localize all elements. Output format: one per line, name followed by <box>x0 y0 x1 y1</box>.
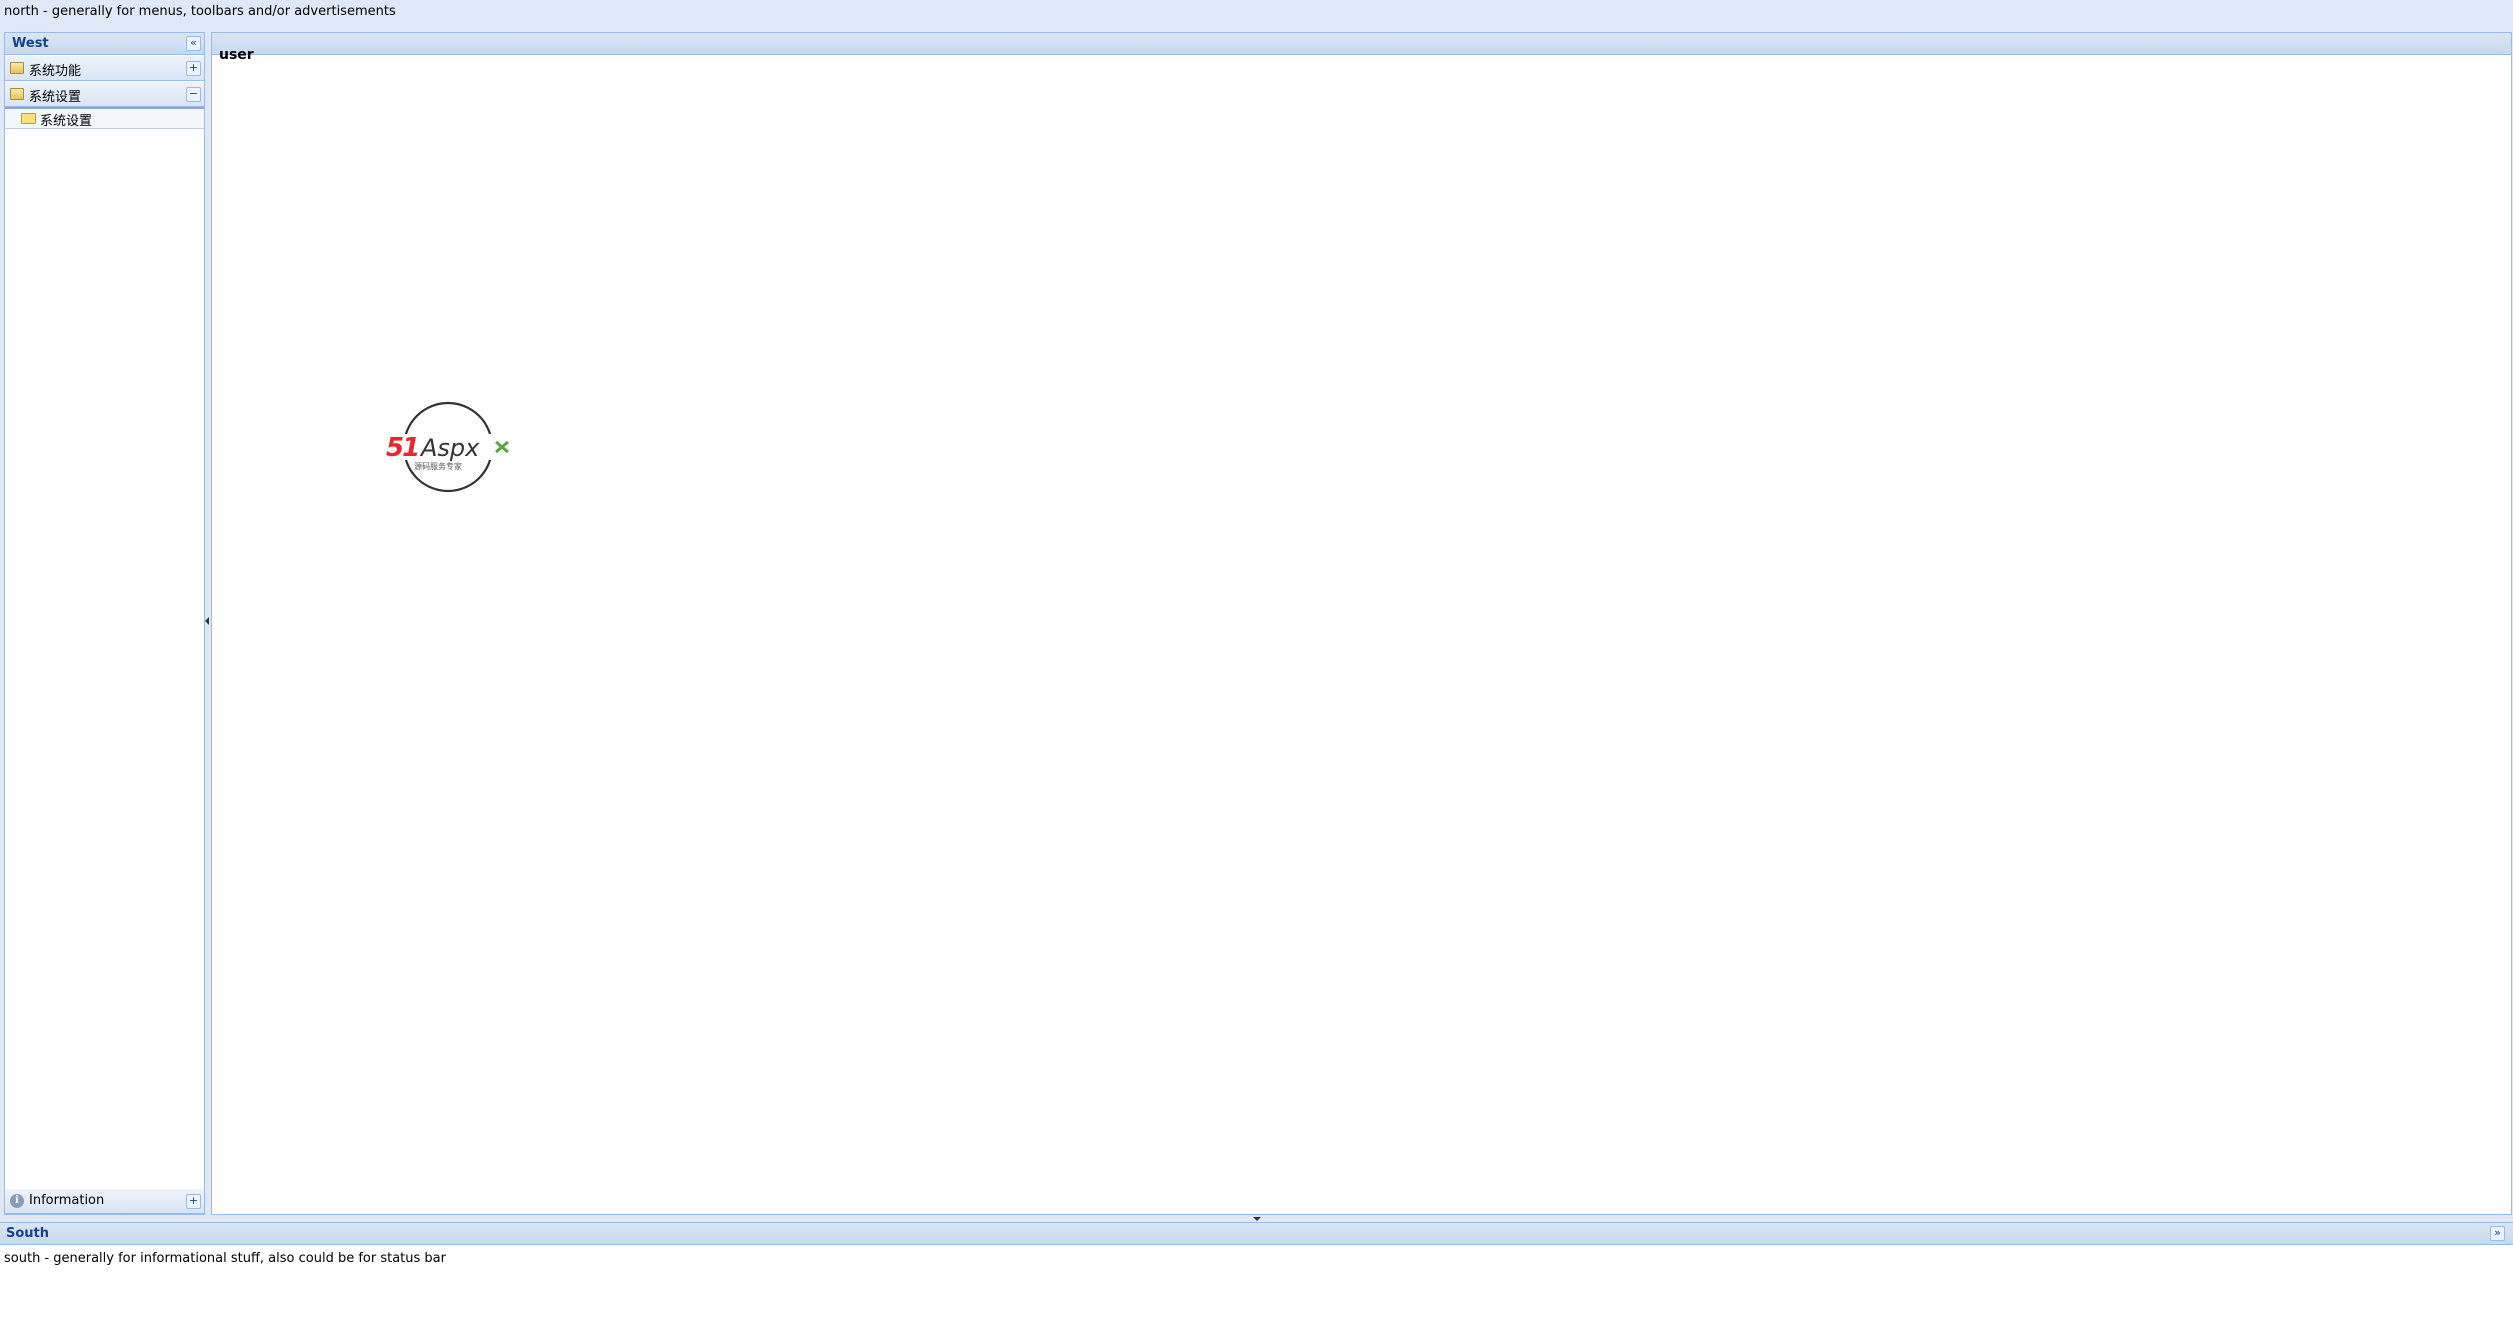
double-chevron-down-icon[interactable]: » <box>2490 1226 2505 1241</box>
center-panel-header <box>212 33 2511 55</box>
folder-icon <box>21 113 36 124</box>
expand-plus-icon[interactable]: + <box>186 61 201 76</box>
west-panel: West « 系统功能 + 系统设置 − 系统设置 i Information … <box>4 32 205 1215</box>
collapse-minus-icon[interactable]: − <box>186 87 201 102</box>
tree-item-system-settings[interactable]: 系统设置 <box>5 107 204 129</box>
info-icon: i <box>10 1194 24 1208</box>
center-panel-title: user <box>219 47 254 63</box>
accordion-label: Information <box>29 1193 105 1208</box>
51aspx-logo: 51 Aspx 源码服务专家 <box>384 401 514 493</box>
accordion-header-system-functions[interactable]: 系统功能 + <box>5 56 204 81</box>
north-text: north - generally for menus, toolbars an… <box>4 4 396 19</box>
south-text: south - generally for informational stuf… <box>4 1251 446 1266</box>
logo-brand-red: 51 <box>386 433 418 463</box>
south-splitter-collapse-icon[interactable] <box>1253 1217 1261 1221</box>
accordion-label: 系统功能 <box>29 64 82 79</box>
logo-brand-rest: Aspx <box>419 434 480 462</box>
tree-item-label: 系统设置 <box>40 114 93 129</box>
folder-gear-icon <box>10 62 24 74</box>
folder-open-icon <box>10 88 24 100</box>
expand-plus-icon[interactable]: + <box>186 1194 201 1209</box>
double-chevron-left-icon[interactable]: « <box>186 36 201 51</box>
west-panel-header: West « <box>5 33 204 55</box>
accordion-header-system-settings[interactable]: 系统设置 − <box>5 82 204 107</box>
south-panel-title: South <box>6 1226 50 1241</box>
west-splitter-collapse-icon[interactable] <box>205 617 209 625</box>
logo-tagline: 源码服务专家 <box>414 461 462 471</box>
center-panel: user <box>211 32 2512 1215</box>
south-panel: South » south - generally for informatio… <box>0 1222 2513 1321</box>
south-panel-header: South » <box>0 1223 2513 1245</box>
north-region: north - generally for menus, toolbars an… <box>0 0 2513 29</box>
west-panel-title: West <box>12 36 49 51</box>
accordion-label: 系统设置 <box>29 90 82 105</box>
accordion-header-information[interactable]: i Information + <box>5 1189 204 1214</box>
